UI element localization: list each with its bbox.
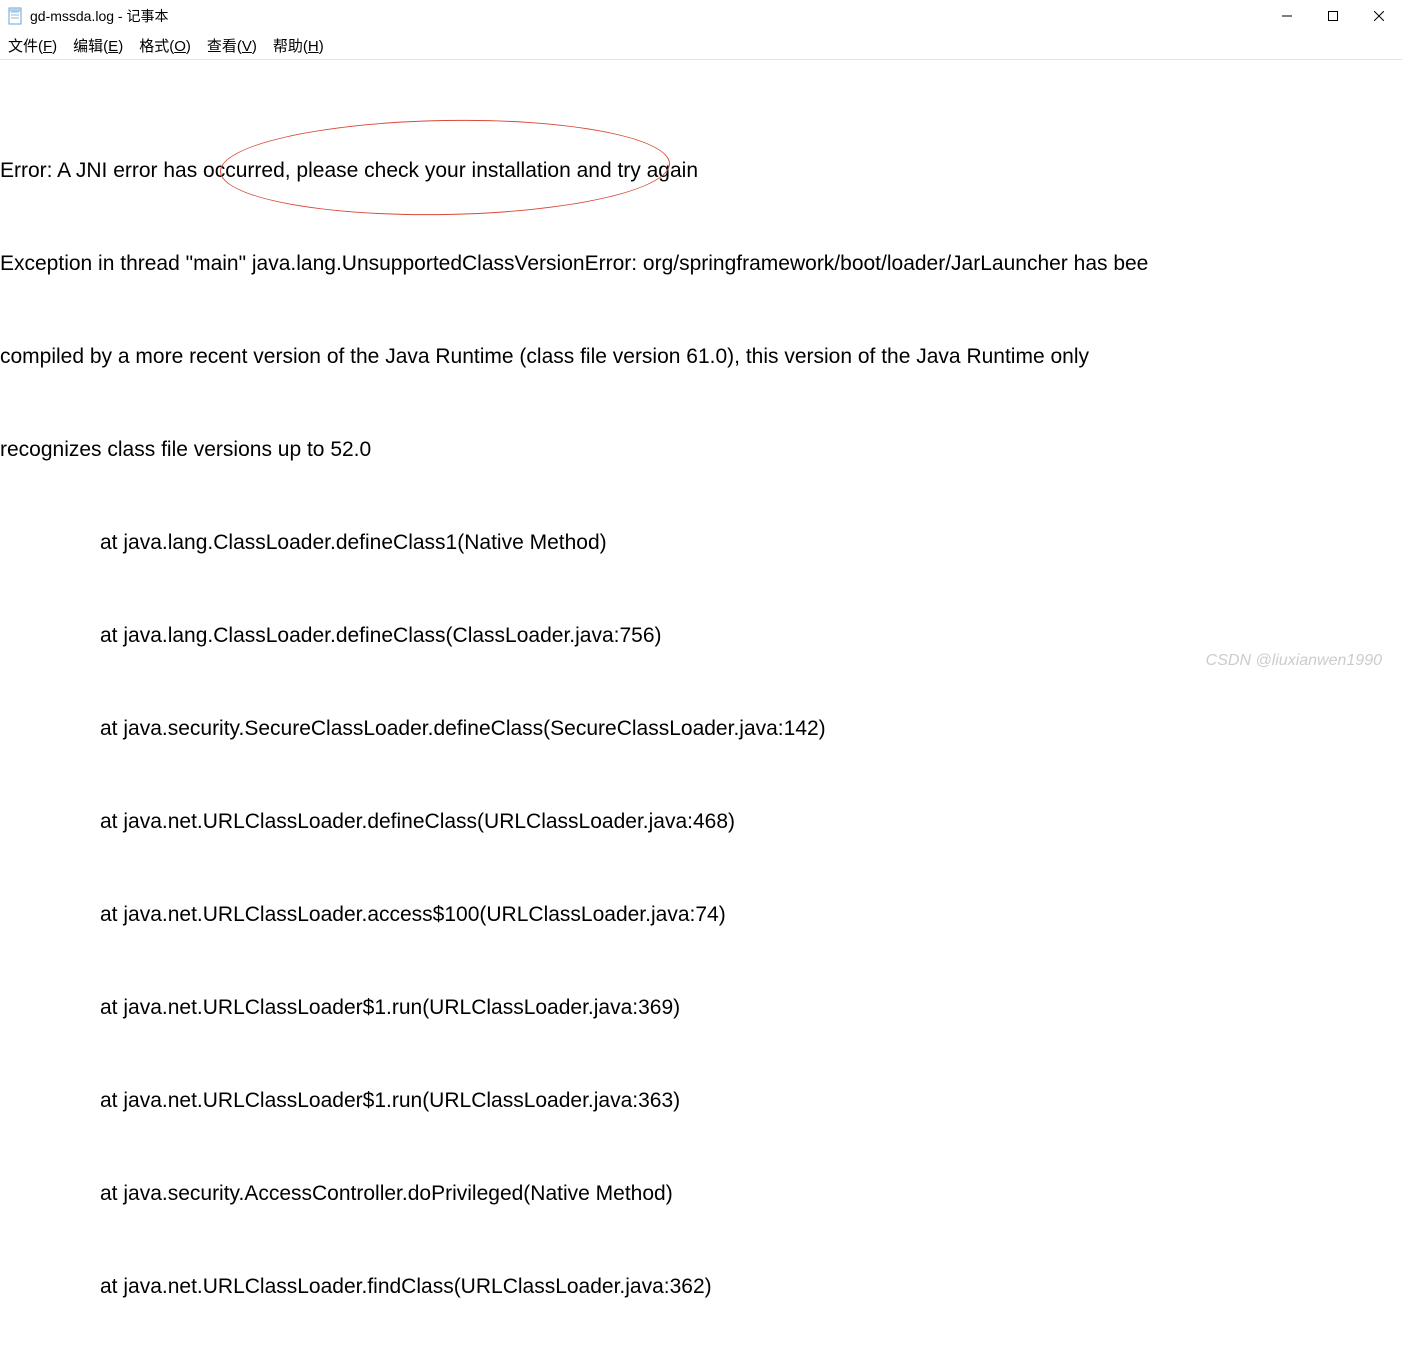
menu-view[interactable]: 查看(V): [199, 33, 265, 58]
stack-line: at java.net.URLClassLoader$1.run(URLClas…: [0, 1085, 1402, 1116]
menubar: 文件(F) 编辑(E) 格式(O) 查看(V) 帮助(H): [0, 32, 1402, 60]
stack-line: at java.net.URLClassLoader$1.run(URLClas…: [0, 992, 1402, 1023]
notepad-icon: [8, 6, 24, 26]
stack-line: at java.lang.ClassLoader.defineClass(Cla…: [0, 620, 1402, 651]
menu-edit[interactable]: 编辑(E): [65, 33, 131, 58]
log-line: compiled by a more recent version of the…: [0, 341, 1402, 372]
menu-help[interactable]: 帮助(H): [265, 33, 332, 58]
minimize-button[interactable]: [1264, 0, 1310, 32]
log-line: recognizes class file versions up to 52.…: [0, 434, 1402, 465]
stack-line: at java.net.URLClassLoader.access$100(UR…: [0, 899, 1402, 930]
stack-line: at java.net.URLClassLoader.defineClass(U…: [0, 806, 1402, 837]
log-line: Exception in thread "main" java.lang.Uns…: [0, 248, 1402, 279]
close-button[interactable]: [1356, 0, 1402, 32]
stack-line: at java.net.URLClassLoader.findClass(URL…: [0, 1271, 1402, 1302]
window-title: gd-mssda.log - 记事本: [30, 6, 168, 26]
stack-line: at java.security.SecureClassLoader.defin…: [0, 713, 1402, 744]
maximize-button[interactable]: [1310, 0, 1356, 32]
menu-format[interactable]: 格式(O): [131, 33, 199, 58]
titlebar: gd-mssda.log - 记事本: [0, 0, 1402, 32]
menu-file[interactable]: 文件(F): [0, 33, 65, 58]
text-content[interactable]: Error: A JNI error has occurred, please …: [0, 60, 1402, 1360]
window-controls: [1264, 0, 1402, 32]
log-line: Error: A JNI error has occurred, please …: [0, 155, 1402, 186]
stack-line: at java.security.AccessController.doPriv…: [0, 1178, 1402, 1209]
watermark: CSDN @liuxianwen1990: [1206, 652, 1382, 670]
stack-line: at java.lang.ClassLoader.defineClass1(Na…: [0, 527, 1402, 558]
